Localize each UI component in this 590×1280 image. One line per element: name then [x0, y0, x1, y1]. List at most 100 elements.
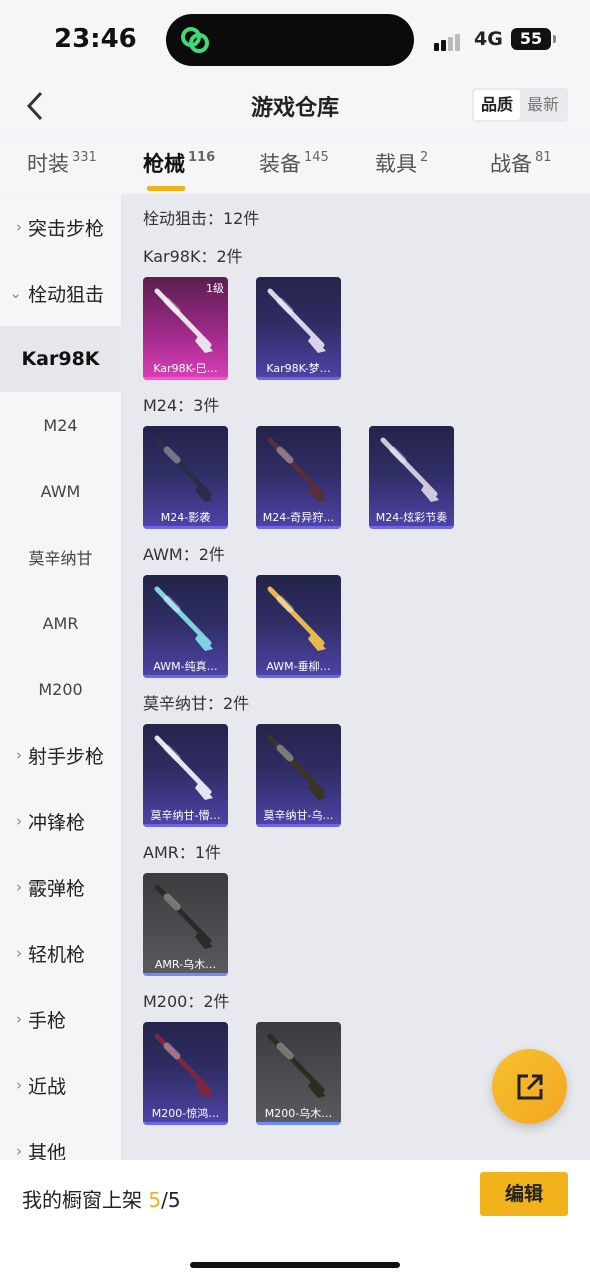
weapon-skin-card[interactable]: AMR-乌木…	[143, 873, 228, 976]
tab-count: 81	[535, 150, 552, 165]
skin-name: 莫辛纳甘-懵…	[150, 809, 221, 822]
tab-fashion[interactable]: 时装 331	[27, 148, 97, 178]
chevron-right-icon: ›	[16, 878, 22, 896]
sidebar-item[interactable]: › 手枪	[0, 986, 121, 1052]
rifle-icon	[154, 1033, 213, 1098]
rifle-icon	[267, 437, 326, 502]
rifle-icon	[154, 884, 213, 949]
weapon-skin-card[interactable]: 莫辛纳甘-乌…	[256, 724, 341, 827]
sidebar-item[interactable]: 莫辛纳甘	[0, 524, 121, 590]
skin-name: M24-奇异狩…	[262, 511, 335, 524]
weapon-skin-card[interactable]: M24-奇异狩…	[256, 426, 341, 529]
section-label: AWM：2件	[143, 545, 225, 564]
showcase-label: 我的橱窗上架	[22, 1188, 142, 1212]
sidebar-item[interactable]: AWM	[0, 458, 121, 524]
tab-count: 331	[72, 150, 97, 165]
tab-label: 枪械	[143, 152, 185, 176]
tab-count: 116	[188, 150, 216, 165]
sidebar-item-label: 霰弹枪	[28, 877, 86, 900]
sidebar-item-label: 近战	[28, 1075, 67, 1098]
showcase-footer: 我的橱窗上架 5/5 编辑	[0, 1160, 590, 1280]
chevron-right-icon: ›	[16, 746, 22, 764]
tab-label: 载具	[375, 152, 417, 176]
sidebar-item-label: 栓动狙击	[28, 283, 105, 306]
chevron-down-icon: ⌄	[9, 284, 22, 302]
skin-name: M24-炫彩节奏	[375, 511, 448, 524]
tab-supplies[interactable]: 战备 81	[490, 148, 552, 178]
rifle-icon	[267, 586, 326, 651]
weapon-skin-card[interactable]: AWM-纯真…	[143, 575, 228, 678]
sidebar-item-label: 手枪	[28, 1009, 67, 1032]
weapon-skin-card[interactable]: M200-惊鸿…	[143, 1022, 228, 1125]
skin-name: M200-乌木…	[264, 1107, 333, 1120]
sidebar-item[interactable]: › 射手步枪	[0, 722, 121, 788]
rifle-icon	[267, 1033, 326, 1098]
sidebar-item[interactable]: M200	[0, 656, 121, 722]
sidebar-item[interactable]: › 轻机枪	[0, 920, 121, 986]
rarity-strip	[256, 526, 341, 529]
chevron-right-icon: ›	[16, 1076, 22, 1094]
sort-latest-option[interactable]: 最新	[520, 90, 566, 120]
sidebar-item[interactable]: ⌄ 栓动狙击	[0, 260, 121, 326]
network-type: 4G	[474, 28, 503, 50]
sidebar-item[interactable]: › 冲锋枪	[0, 788, 121, 854]
rifle-icon	[154, 586, 213, 651]
category-tabs: 时装 331 枪械 116 装备 145 载具 2 战备 81	[0, 140, 590, 192]
rarity-strip	[143, 1122, 228, 1125]
skin-name: Kar98K-巳…	[153, 362, 218, 375]
sidebar-item[interactable]: M24	[0, 392, 121, 458]
skin-name: AWM-垂柳…	[266, 660, 331, 673]
tab-label: 时装	[27, 152, 69, 176]
showcase-status: 我的橱窗上架 5/5	[22, 1184, 181, 1213]
sort-quality-option[interactable]: 品质	[474, 90, 520, 120]
back-arrow-icon[interactable]	[22, 88, 52, 124]
weapon-skin-card[interactable]: Kar98K-梦…	[256, 277, 341, 380]
weapon-skin-card[interactable]: 莫辛纳甘-懵…	[143, 724, 228, 827]
rarity-strip	[143, 526, 228, 529]
weapon-skin-card[interactable]: M24-炫彩节奏	[369, 426, 454, 529]
sort-toggle[interactable]: 品质 最新	[472, 88, 568, 122]
share-fab[interactable]	[492, 1049, 567, 1124]
sidebar-item[interactable]: › 霰弹枪	[0, 854, 121, 920]
nav-header: 游戏仓库 品质 最新	[0, 80, 590, 132]
tab-label: 战备	[490, 152, 532, 176]
rifle-icon	[380, 437, 439, 502]
chevron-right-icon: ›	[16, 944, 22, 962]
category-total: 栓动狙击：12件	[143, 209, 260, 228]
rarity-strip	[256, 1122, 341, 1125]
sidebar-item-label: AWM	[40, 481, 81, 501]
section-label: Kar98K：2件	[143, 247, 243, 266]
sidebar-item[interactable]: AMR	[0, 590, 121, 656]
weapon-skin-card[interactable]: M24-影袭	[143, 426, 228, 529]
sidebar-item-label: 莫辛纳甘	[28, 549, 93, 568]
sidebar-item-label: Kar98K	[21, 348, 100, 370]
tab-equipment[interactable]: 装备 145	[259, 148, 329, 178]
skin-name: M200-惊鸿…	[151, 1107, 220, 1120]
skin-name: M24-影袭	[160, 511, 211, 524]
edit-button[interactable]: 编辑	[480, 1172, 568, 1216]
skin-name: AMR-乌木…	[154, 958, 217, 971]
battery-icon: 55	[511, 28, 556, 50]
status-bar: 23:46 4G 55	[0, 0, 590, 80]
rarity-strip	[143, 675, 228, 678]
rarity-strip	[256, 675, 341, 678]
rarity-strip	[143, 377, 228, 380]
skin-level: 1级	[206, 282, 224, 295]
rarity-strip	[143, 824, 228, 827]
sidebar-item-label: 冲锋枪	[28, 811, 86, 834]
weapon-skin-card[interactable]: M200-乌木…	[256, 1022, 341, 1125]
weapon-skin-card[interactable]: AWM-垂柳…	[256, 575, 341, 678]
tab-firearms[interactable]: 枪械 116	[143, 148, 216, 191]
sidebar-item[interactable]: Kar98K	[0, 326, 121, 392]
tab-count: 2	[420, 150, 429, 165]
rarity-strip	[256, 377, 341, 380]
rifle-icon	[154, 437, 213, 502]
sidebar-item[interactable]: › 其他	[0, 1118, 121, 1161]
sidebar-item[interactable]: › 近战	[0, 1052, 121, 1118]
showcase-current-count: 5	[148, 1188, 162, 1212]
tab-vehicles[interactable]: 载具 2	[375, 148, 428, 178]
weapon-skin-card[interactable]: 1级 Kar98K-巳…	[143, 277, 228, 380]
sidebar-item[interactable]: › 突击步枪	[0, 194, 121, 260]
rarity-strip	[369, 526, 454, 529]
sidebar-item-label: 轻机枪	[28, 943, 86, 966]
